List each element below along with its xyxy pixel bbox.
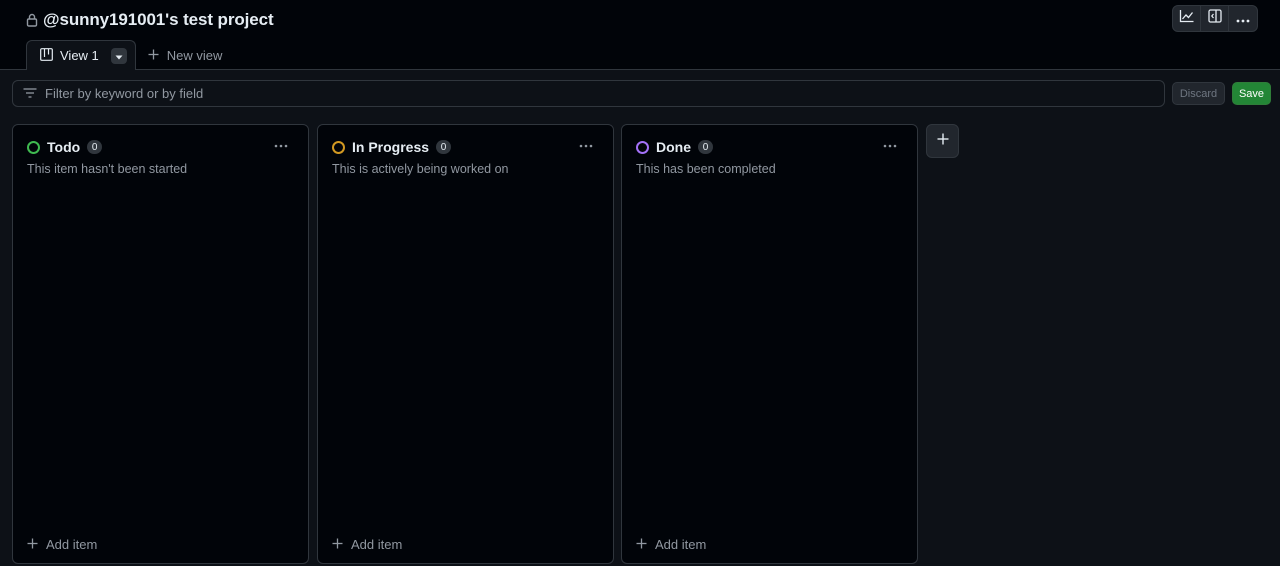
plus-icon bbox=[636, 537, 647, 552]
status-circle-icon bbox=[332, 140, 345, 154]
item-count-badge: 0 bbox=[87, 140, 103, 154]
item-count-badge: 0 bbox=[698, 140, 713, 154]
title-row: @sunny191001's test project bbox=[26, 8, 274, 32]
add-item-button[interactable]: Add item bbox=[636, 535, 706, 553]
view-options-dropdown[interactable] bbox=[110, 47, 127, 64]
add-item-label: Add item bbox=[46, 536, 98, 552]
column-description: This item hasn't been started bbox=[27, 162, 188, 176]
add-item-label: Add item bbox=[655, 536, 707, 552]
toggle-sidebar-button[interactable] bbox=[1201, 6, 1229, 31]
add-column-button[interactable] bbox=[926, 124, 959, 158]
status-circle-icon bbox=[636, 140, 649, 154]
kebab-menu-icon bbox=[1236, 10, 1250, 28]
item-count-badge: 0 bbox=[436, 140, 452, 154]
column-description: This has been completed bbox=[636, 162, 776, 176]
sidebar-layout-icon bbox=[1207, 9, 1222, 28]
column-name: In Progress bbox=[352, 139, 430, 155]
board-column-done: Done 0 This has been completed Add item bbox=[621, 124, 918, 564]
board-content: Discard Save Todo 0 This item hasn't bee… bbox=[0, 70, 1280, 566]
view-tabs: View 1 New view bbox=[26, 39, 235, 71]
discard-button[interactable]: Discard bbox=[1172, 82, 1225, 105]
save-button[interactable]: Save bbox=[1232, 82, 1271, 105]
triangle-down-icon bbox=[115, 48, 123, 63]
tab-view-1[interactable]: View 1 bbox=[26, 40, 136, 71]
plus-icon bbox=[332, 537, 343, 552]
more-options-button[interactable] bbox=[1229, 6, 1257, 31]
status-circle-icon bbox=[27, 140, 40, 154]
column-description: This is actively being worked on bbox=[332, 162, 509, 176]
insights-button[interactable] bbox=[1173, 6, 1201, 31]
filter-input[interactable] bbox=[45, 86, 1164, 101]
plus-icon bbox=[937, 132, 949, 150]
lock-icon bbox=[26, 13, 38, 27]
tab-label: View 1 bbox=[60, 48, 99, 63]
project-title: @sunny191001's test project bbox=[43, 10, 274, 29]
insights-chart-icon bbox=[1179, 9, 1195, 28]
column-header: Todo 0 bbox=[27, 138, 103, 156]
board-icon bbox=[40, 47, 53, 64]
column-name: Done bbox=[656, 139, 691, 155]
column-menu-button[interactable] bbox=[270, 135, 292, 153]
column-menu-button[interactable] bbox=[575, 135, 597, 153]
new-view-label: New view bbox=[166, 47, 223, 63]
project-header: @sunny191001's test project View 1 New v… bbox=[0, 0, 1280, 71]
column-name: Todo bbox=[47, 139, 81, 155]
add-item-button[interactable]: Add item bbox=[27, 535, 97, 553]
column-menu-button[interactable] bbox=[879, 135, 901, 153]
column-header: In Progress 0 bbox=[332, 138, 452, 156]
filter-bar[interactable] bbox=[12, 80, 1165, 107]
board-column-todo: Todo 0 This item hasn't been started Add… bbox=[12, 124, 309, 564]
new-view-button[interactable]: New view bbox=[136, 40, 235, 70]
filter-icon bbox=[23, 85, 37, 103]
project-board-app: @sunny191001's test project View 1 New v… bbox=[0, 0, 1280, 566]
column-header: Done 0 bbox=[636, 138, 713, 156]
kebab-menu-icon bbox=[579, 135, 593, 153]
kebab-menu-icon bbox=[274, 135, 288, 153]
add-item-label: Add item bbox=[351, 536, 403, 552]
add-item-button[interactable]: Add item bbox=[332, 535, 402, 553]
header-toolbar bbox=[1172, 5, 1258, 32]
plus-icon bbox=[148, 48, 159, 63]
plus-icon bbox=[27, 537, 38, 552]
board-column-in-progress: In Progress 0 This is actively being wor… bbox=[317, 124, 614, 564]
kebab-menu-icon bbox=[883, 135, 897, 153]
